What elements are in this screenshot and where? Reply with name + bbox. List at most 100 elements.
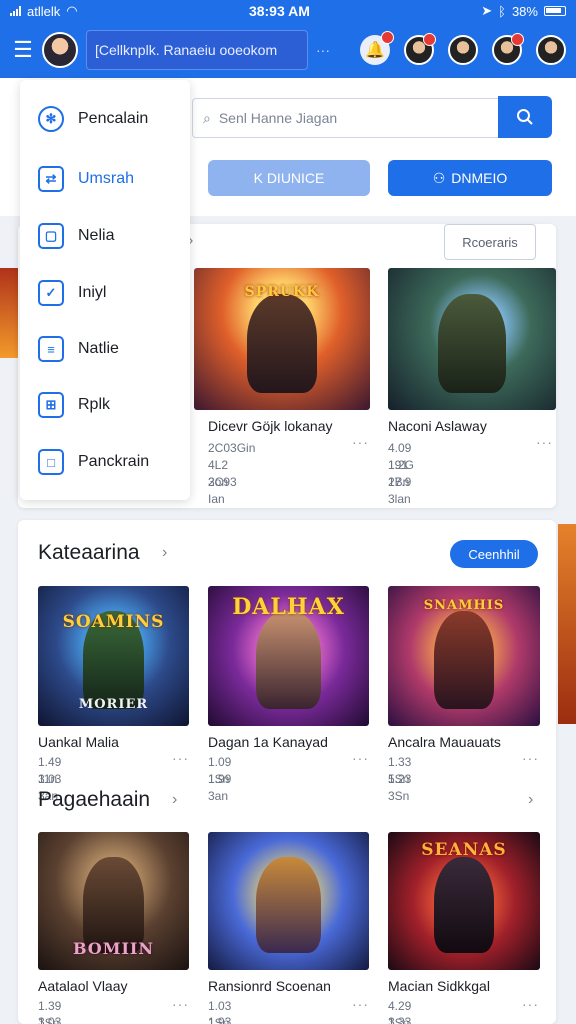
- game-meta-2: 3.33 3an: [388, 1015, 412, 1024]
- frame-icon: ▢: [38, 223, 64, 249]
- game-title: Naconi Aslaway: [388, 418, 487, 434]
- game-thumbnail: SPRUKK: [194, 268, 370, 410]
- search-input[interactable]: ⌕ Senl Hanne Jiagan: [192, 98, 498, 138]
- game-logo: SNAMHIS: [423, 598, 505, 613]
- drawer-item-iniyl[interactable]: ✓ Iniyl: [38, 280, 106, 306]
- game-title: Dicevr Göjk lokanay: [208, 418, 333, 434]
- drawer-item-label: Umsrah: [78, 170, 135, 187]
- drawer-item-rplk[interactable]: ⊞ Rplk: [38, 392, 110, 418]
- game-thumbnail: SOAMINS MORIER: [38, 586, 189, 726]
- game-logo: SOAMINS: [62, 612, 165, 632]
- drawer-item-nelia[interactable]: ▢ Nelia: [38, 223, 114, 249]
- wifi-icon: ◠: [66, 3, 78, 18]
- section-title: Kateaarina: [38, 541, 140, 564]
- chevron-right-icon[interactable]: ›: [162, 544, 167, 562]
- more-icon[interactable]: ···: [352, 434, 369, 450]
- app-header: ☰ [Cellknplk. Ranaeiu ooeokom ··· 🔔: [0, 22, 576, 78]
- check-icon: ✓: [38, 280, 64, 306]
- swap-icon: ⇄: [38, 166, 64, 192]
- game-title: Uankal Malia: [38, 734, 119, 750]
- notification-badge: [511, 33, 524, 46]
- search-icon: ⌕: [203, 109, 211, 126]
- search-icon: [517, 109, 533, 125]
- clock: 38:93 AM: [248, 3, 310, 19]
- offscreen-thumbnail-right: [558, 524, 576, 724]
- game-meta-2: 1.99 3an: [208, 772, 232, 803]
- battery-percent: 38%: [511, 3, 538, 19]
- drawer-item-label: Nelia: [78, 227, 115, 244]
- game-meta-3: 17.9 3lan: [388, 475, 412, 506]
- see-more-button[interactable]: Rcoeraris: [444, 224, 536, 260]
- more-icon[interactable]: ···: [172, 750, 189, 766]
- game-meta-3: 3C93 Ian: [208, 475, 237, 506]
- more-icon[interactable]: ···: [352, 750, 369, 766]
- more-icon[interactable]: ···: [352, 996, 369, 1012]
- search-placeholder: Senl Hanne Jiagan: [218, 110, 338, 126]
- status-bar: atllelk ◠ 38:93 AM ➤ ᛒ 38%: [0, 0, 576, 22]
- friend-avatar-3[interactable]: [492, 33, 524, 65]
- signal-icon: [10, 6, 21, 16]
- game-title: Dagan 1a Kanayad: [208, 734, 328, 750]
- game-title: Aatalaol Vlaay: [38, 978, 128, 994]
- notification-bell-icon[interactable]: 🔔: [360, 31, 394, 65]
- game-thumbnail: SNAMHIS: [388, 586, 540, 726]
- grid-icon: ⊞: [38, 392, 64, 418]
- drawer-item-label: Rplk: [78, 396, 111, 413]
- friend-avatar-4[interactable]: [536, 35, 566, 65]
- notification-badge: [381, 31, 394, 44]
- friend-avatar-2[interactable]: [448, 35, 478, 65]
- game-logo: SPRUKK: [244, 284, 320, 300]
- friend-avatar-1[interactable]: [404, 33, 436, 65]
- game-meta-2: 3.03 3an: [38, 1015, 62, 1024]
- game-title: Ancalra Mauauats: [388, 734, 501, 750]
- drawer-item-pencalain[interactable]: ✻ Pencalain: [38, 106, 148, 132]
- game-thumbnail: BOMIIN: [38, 832, 189, 970]
- chevron-right-icon[interactable]: ›: [172, 791, 177, 809]
- drawer-item-umsrah[interactable]: ⇄ Umsrah: [38, 166, 134, 192]
- primary-action-button[interactable]: ⚇ DNMEIO: [388, 160, 552, 196]
- more-icon[interactable]: ···: [522, 996, 539, 1012]
- game-logo-subtitle: MORIER: [78, 697, 149, 712]
- square-icon: □: [38, 449, 64, 475]
- location-icon: ➤: [481, 3, 493, 18]
- more-icon[interactable]: ···: [172, 996, 189, 1012]
- drawer-item-label: Iniyl: [78, 284, 107, 301]
- battery-icon: [543, 6, 566, 16]
- game-meta-2: 5.23 3Sn: [388, 772, 412, 803]
- header-search-field[interactable]: [Cellknplk. Ranaeiu ooeokom: [86, 30, 308, 70]
- chevron-right-icon[interactable]: ›: [528, 791, 533, 809]
- game-thumbnail: DALHAX: [208, 586, 369, 726]
- game-title: Macian Sidkkgal: [388, 978, 490, 994]
- game-thumbnail: SEANAS: [388, 832, 540, 970]
- hamburger-menu-icon[interactable]: ☰: [10, 37, 36, 63]
- user-icon: ⚇: [432, 169, 446, 186]
- view-all-button[interactable]: Ceenhhil: [450, 540, 538, 568]
- bluetooth-icon: ᛒ: [498, 3, 506, 19]
- drawer-item-label: Natlie: [78, 340, 119, 357]
- avatar[interactable]: [42, 32, 78, 68]
- drawer-item-label: Panckrain: [78, 453, 150, 470]
- drawer-item-label: Pencalain: [78, 110, 149, 127]
- drawer-item-natlie[interactable]: ≡ Natlie: [38, 336, 119, 362]
- game-title: Ransionrd Scoenan: [208, 978, 331, 994]
- game-logo: BOMIIN: [72, 939, 155, 958]
- game-logo: SEANAS: [421, 840, 507, 860]
- game-thumbnail: [208, 832, 369, 970]
- more-icon[interactable]: ···: [316, 42, 330, 58]
- search-button[interactable]: [498, 96, 552, 138]
- more-icon[interactable]: ···: [522, 750, 539, 766]
- notification-badge: [423, 33, 436, 46]
- more-icon[interactable]: ···: [536, 434, 553, 450]
- offscreen-thumbnail-left: [0, 268, 18, 358]
- secondary-action-button[interactable]: K DIUNICE: [208, 160, 370, 196]
- drawer-item-panckrain[interactable]: □ Panckrain: [38, 449, 149, 475]
- game-meta-1: 2C03Gin: [208, 441, 256, 455]
- game-logo: DALHAX: [232, 594, 345, 620]
- gear-icon: ✻: [38, 106, 64, 132]
- game-meta-2: 1.93 3an: [208, 1015, 232, 1024]
- carrier-label: atllelk: [27, 3, 61, 19]
- primary-action-label: DNMEIO: [451, 170, 508, 186]
- section-subtitle: Pagaehaain: [38, 788, 151, 811]
- side-drawer: ✻ Pencalain ⇄ Umsrah ▢ Nelia ✓ Iniyl ≡ N…: [20, 80, 190, 500]
- game-thumbnail: [388, 268, 556, 410]
